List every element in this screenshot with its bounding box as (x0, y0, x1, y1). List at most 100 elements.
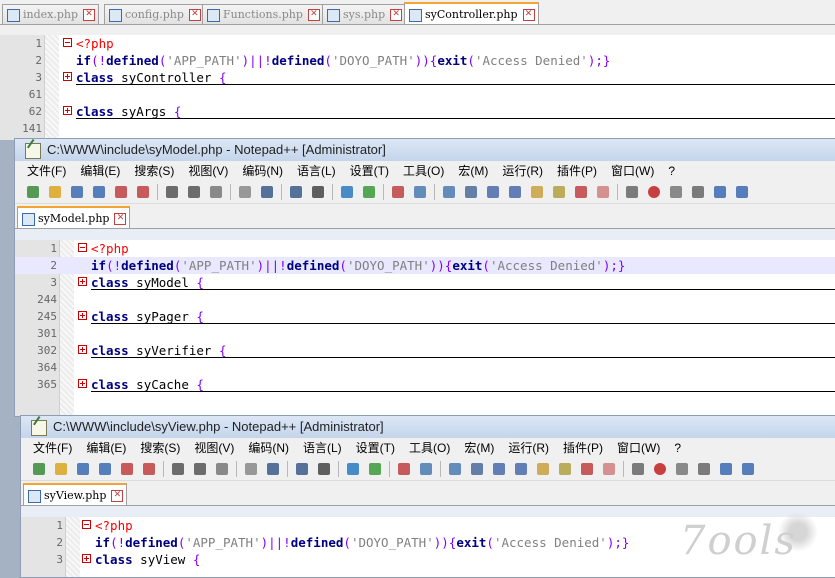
function-list-button[interactable] (579, 461, 595, 477)
copy-button[interactable] (208, 184, 224, 200)
find-button[interactable] (310, 184, 326, 200)
menu-item[interactable]: 设置(T) (356, 441, 395, 455)
menu-item[interactable]: 运行(R) (502, 164, 543, 178)
fold-expand-icon[interactable] (78, 277, 87, 286)
play-macro-button[interactable] (690, 184, 706, 200)
user-lang-button[interactable] (529, 184, 545, 200)
fold-expand-icon[interactable] (78, 345, 87, 354)
open-file-button[interactable] (53, 461, 69, 477)
sync-vertical-button[interactable] (418, 461, 434, 477)
title-bar[interactable]: C:\WWW\include\syView.php - Notepad++ [A… (21, 416, 835, 438)
stop-record-button[interactable] (668, 184, 684, 200)
code-line[interactable]: 141 (0, 120, 835, 137)
doc-map-button[interactable] (557, 461, 573, 477)
monitor-button[interactable] (630, 461, 646, 477)
menu-item[interactable]: ? (674, 441, 681, 455)
menu-item[interactable]: 设置(T) (350, 164, 389, 178)
user-lang-button[interactable] (535, 461, 551, 477)
close-all-button[interactable] (135, 184, 151, 200)
cut-button[interactable] (192, 461, 208, 477)
print-button[interactable] (170, 461, 186, 477)
tab-config-php[interactable]: config.php ✕ (104, 4, 205, 24)
indent-guide-button[interactable] (513, 461, 529, 477)
editor-area[interactable]: 1 <?php 2 if(!defined('APP_PATH')||!defined… (0, 35, 835, 140)
editor-area[interactable]: 1 <?php 2 if(!defined('APP_PATH')||!defined… (15, 240, 835, 416)
fold-expand-icon[interactable] (78, 311, 87, 320)
close-tab-icon[interactable]: ✕ (307, 9, 320, 21)
undo-button[interactable] (265, 461, 281, 477)
zoom-out-button[interactable] (396, 461, 412, 477)
menu-item[interactable]: 窗口(W) (617, 441, 660, 455)
run-macro-multiple-button[interactable] (712, 184, 728, 200)
fold-expand-icon[interactable] (63, 106, 72, 115)
run-macro-multiple-button[interactable] (718, 461, 734, 477)
close-all-button[interactable] (141, 461, 157, 477)
word-wrap-button[interactable] (463, 184, 479, 200)
replace-button[interactable] (339, 184, 355, 200)
close-button[interactable] (119, 461, 135, 477)
menu-item[interactable]: 视图(V) (188, 164, 228, 178)
record-macro-button[interactable] (646, 184, 662, 200)
close-tab-icon[interactable]: ✕ (83, 9, 96, 21)
save-button[interactable] (69, 184, 85, 200)
code-line[interactable]: 2 if(!defined('APP_PATH')||!defined('DOYO… (0, 52, 835, 69)
sync-vertical-button[interactable] (412, 184, 428, 200)
new-file-button[interactable] (31, 461, 47, 477)
monitor-button[interactable] (624, 184, 640, 200)
tab-symodel-php[interactable]: syModel.php ✕ (17, 206, 131, 228)
show-all-chars-button[interactable] (491, 461, 507, 477)
function-list-button[interactable] (573, 184, 589, 200)
close-tab-icon[interactable]: ✕ (390, 9, 403, 21)
menu-item[interactable]: 运行(R) (508, 441, 549, 455)
menu-item[interactable]: 文件(F) (33, 441, 72, 455)
code-line[interactable]: 3 class syModel { (15, 274, 835, 291)
indent-guide-button[interactable] (507, 184, 523, 200)
paste-button[interactable] (243, 461, 259, 477)
tab-functions-php[interactable]: Functions.php ✕ (202, 4, 324, 24)
menu-item[interactable]: 编辑(E) (80, 164, 120, 178)
code-line[interactable]: 301 (15, 325, 835, 342)
close-tab-icon[interactable]: ✕ (114, 213, 127, 225)
menu-item[interactable]: ? (668, 164, 675, 178)
menu-item[interactable]: 窗口(W) (611, 164, 654, 178)
play-macro-button[interactable] (696, 461, 712, 477)
menu-item[interactable]: 工具(O) (403, 164, 444, 178)
undo-button[interactable] (259, 184, 275, 200)
title-bar[interactable]: C:\WWW\include\syModel.php - Notepad++ [… (15, 139, 835, 161)
fold-collapse-icon[interactable] (82, 520, 91, 529)
fold-collapse-icon[interactable] (78, 243, 87, 252)
code-line[interactable]: 1 <?php (15, 240, 835, 257)
code-line[interactable]: 245 class syPager { (15, 308, 835, 325)
find-button[interactable] (316, 461, 332, 477)
menu-item[interactable]: 插件(P) (557, 164, 597, 178)
close-tab-icon[interactable]: ✕ (111, 490, 124, 502)
record-macro-button[interactable] (652, 461, 668, 477)
save-all-button[interactable] (91, 184, 107, 200)
save-button[interactable] (75, 461, 91, 477)
menu-item[interactable]: 编码(N) (242, 164, 283, 178)
folder-workspace-button[interactable] (595, 184, 611, 200)
print-button[interactable] (164, 184, 180, 200)
code-line[interactable]: 2 if(!defined('APP_PATH')||!defined('DOYO… (15, 257, 835, 274)
zoom-in-button[interactable] (367, 461, 383, 477)
menu-item[interactable]: 宏(M) (458, 164, 488, 178)
close-button[interactable] (113, 184, 129, 200)
redo-button[interactable] (288, 184, 304, 200)
menu-item[interactable]: 搜索(S) (140, 441, 180, 455)
new-file-button[interactable] (25, 184, 41, 200)
stop-record-button[interactable] (674, 461, 690, 477)
close-tab-icon[interactable]: ✕ (522, 9, 535, 21)
code-line[interactable]: 365 class syCache { (15, 376, 835, 393)
code-line[interactable]: 61 (0, 86, 835, 103)
code-line[interactable]: 1 <?php (0, 35, 835, 52)
tab-syview-php[interactable]: syView.php ✕ (23, 483, 128, 505)
menu-item[interactable]: 视图(V) (194, 441, 234, 455)
zoom-out-button[interactable] (390, 184, 406, 200)
save-macro-button[interactable] (734, 184, 750, 200)
menu-item[interactable]: 编码(N) (248, 441, 289, 455)
fold-expand-icon[interactable] (63, 72, 72, 81)
open-file-button[interactable] (47, 184, 63, 200)
doc-map-button[interactable] (551, 184, 567, 200)
fold-expand-icon[interactable] (78, 379, 87, 388)
menu-item[interactable]: 语言(L) (297, 164, 336, 178)
